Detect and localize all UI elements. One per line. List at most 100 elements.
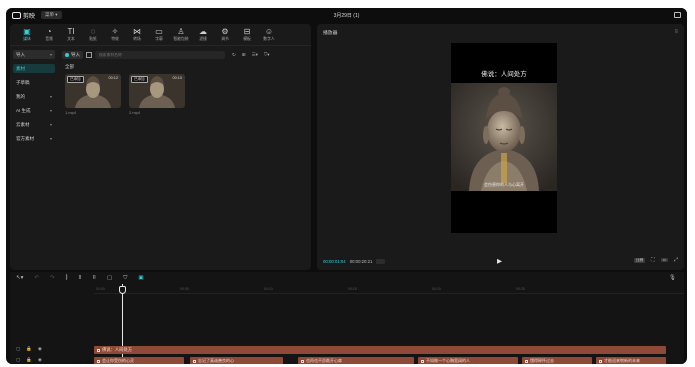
filter-icon: ☁ <box>199 27 207 36</box>
tool-adjust[interactable]: ⚙ 调节 <box>214 27 236 42</box>
sidebar-item[interactable]: 子草稿 <box>13 78 55 87</box>
microphone-icon[interactable]: 🎙 <box>669 275 676 281</box>
subtitle-clip[interactable]: 才能迎来崭新的未来 <box>596 357 666 364</box>
import-sidebar-button[interactable]: 导入 ▾ <box>13 50 55 59</box>
split-left-icon[interactable]: ⌷ <box>78 275 81 282</box>
subtitle-clip[interactable]: 也再也不愿敞开心扉 <box>298 357 414 364</box>
sidebar-item[interactable]: 云素材 ▾ <box>13 120 55 129</box>
added-badge: 已添加 <box>67 76 84 83</box>
ratio-button[interactable]: 比例 <box>634 257 646 263</box>
subtitle-clip[interactable]: 会让你受伤的心灵 <box>94 357 184 364</box>
split-icon[interactable]: ⫿ <box>66 275 68 282</box>
delete-icon[interactable]: ▢ <box>107 275 112 281</box>
tool-label: 媒体 <box>23 37 31 41</box>
ruler-tick: 00:15 <box>348 287 357 291</box>
clip-grid: 已添加 00:12 1.mp4 已添加 00:10 2.mp4 <box>65 74 309 115</box>
track-visibility-icon[interactable]: ▢ <box>16 357 20 363</box>
ruler-tick: 00:05 <box>180 287 189 291</box>
playhead-handle[interactable] <box>119 286 126 294</box>
ai-tool-icon[interactable]: ▣ <box>138 275 143 281</box>
search-input[interactable] <box>95 51 225 59</box>
timeline-toolbar: ↖▾ ↶ ↷ ⫿ ⌷ ⌷ ▢ ⛉ ▣ 🎙 <box>10 272 684 284</box>
all-label: 全部 <box>65 64 74 69</box>
digital-human-icon: ☺ <box>264 27 274 36</box>
window-title: 3月29日 (1) <box>333 12 360 19</box>
subtitle-clip[interactable]: 懂得释怀过去 <box>522 357 592 364</box>
text-clip-icon <box>97 348 100 352</box>
sidebar-item[interactable]: AI 生成 ▾ <box>13 106 55 115</box>
tool-text[interactable]: TI 文本 <box>60 27 82 42</box>
text-clip[interactable]: 佛说：人间处方 <box>94 346 666 354</box>
track-visibility-icon[interactable]: ▢ <box>16 346 20 352</box>
time-ruler[interactable]: 00:00 00:05 00:10 00:15 00:20 00:25 <box>94 286 684 294</box>
subtitle-clip[interactable]: 不如做一个心胸宽阔的人 <box>418 357 518 364</box>
sidebar-item[interactable]: 我的 ▾ <box>13 92 55 101</box>
split-right-icon[interactable]: ⌷ <box>93 275 96 282</box>
shield-icon[interactable]: ⛉ <box>123 275 127 282</box>
play-icon[interactable]: ▶ <box>497 257 502 265</box>
video-preview[interactable]: 佛说：人间处方 会伤害你的人与心离开 <box>451 43 557 233</box>
subtitle-clip-text: 会让你受伤的心灵 <box>102 358 134 363</box>
player-header: 播放器 ≡ <box>317 24 684 40</box>
total-time: 00:00:20:21 <box>349 258 373 264</box>
import-button[interactable]: 导入 <box>62 51 83 59</box>
menu-icon[interactable]: ≡ <box>674 29 678 35</box>
player-right-controls: 比例 ⛶ ▭ ⤢ <box>634 257 678 263</box>
clip-name: 2.mp4 <box>129 110 141 115</box>
subtitle-clip-text: 忘记了真诚善良的心 <box>198 358 234 363</box>
title-bar: 剪映 菜单 ▾ 3月29日 (1) <box>6 8 687 22</box>
tool-effects[interactable]: ✧ 特效 <box>104 27 126 42</box>
chevron-down-icon: ▾ <box>49 122 52 127</box>
clip-duration: 00:12 <box>108 76 118 80</box>
refresh-icon[interactable]: ↻ <box>232 52 236 58</box>
timecode-format-icon[interactable] <box>376 258 386 264</box>
text-track-controls: ▢ 🔒 ◉ <box>16 346 42 352</box>
tool-audio[interactable]: ◔ 音频 <box>38 27 60 42</box>
window-layout-icon[interactable] <box>674 12 681 18</box>
clip-name: 1.mp4 <box>65 110 77 115</box>
media-clip[interactable]: 已添加 00:12 1.mp4 <box>65 74 121 115</box>
caption-icon: ▭ <box>155 27 163 36</box>
tool-template[interactable]: ⊟ 模板 <box>236 27 258 42</box>
sidebar-item[interactable]: 官方素材 ▾ <box>13 134 55 143</box>
sidebar-item-label: 我的 <box>16 93 25 99</box>
grid-view-icon[interactable] <box>86 52 92 58</box>
filter-icon[interactable]: ⛉▾ <box>264 52 270 58</box>
media-clip[interactable]: 已添加 00:10 2.mp4 <box>129 74 185 115</box>
tool-label: 调节 <box>221 37 229 41</box>
lock-icon[interactable]: 🔒 <box>26 346 32 352</box>
tool-digital-human[interactable]: ☺ 数字人 <box>258 27 280 42</box>
tool-smart-package[interactable]: ♙ 智能包装 <box>170 27 192 42</box>
subtitle-clip[interactable]: 忘记了真诚善良的心 <box>190 357 283 364</box>
text-clip-icon <box>97 359 100 363</box>
tool-sticker[interactable]: ◌ 贴纸 <box>82 27 104 42</box>
tool-label: 字幕 <box>155 37 163 41</box>
sort-icon[interactable]: ☰▾ <box>252 52 258 58</box>
player-title: 播放器 <box>323 30 338 36</box>
text-clip-icon <box>421 359 424 363</box>
lock-icon[interactable]: 🔒 <box>26 357 32 363</box>
tool-label: 文本 <box>67 37 75 41</box>
tool-filter[interactable]: ☁ 滤镜 <box>192 27 214 42</box>
aspect-ratio-icon[interactable]: ▭ <box>660 258 668 262</box>
fullscreen-icon[interactable]: ⤢ <box>674 257 678 263</box>
ruler-tick: 00:20 <box>432 287 441 291</box>
ruler-tick: 00:10 <box>264 287 273 291</box>
undo-icon[interactable]: ↶ <box>34 275 39 281</box>
chevron-down-icon: ▾ <box>49 108 52 113</box>
redo-icon[interactable]: ↷ <box>50 275 55 281</box>
media-sidebar: 导入 ▾ 素材 子草稿 我的 ▾ AI 生成 ▾ 云素材 ▾ 官方素材 ▾ <box>10 47 58 270</box>
eye-icon[interactable]: ◉ <box>38 357 42 363</box>
tool-caption[interactable]: ▭ 字幕 <box>148 27 170 42</box>
layout-icon[interactable]: ⊞ <box>242 52 246 58</box>
text-clip-icon <box>525 359 528 363</box>
buddha-statue-image <box>451 83 557 191</box>
eye-icon[interactable]: ◉ <box>38 346 42 352</box>
crop-icon[interactable]: ⛶ <box>651 257 655 263</box>
tool-media[interactable]: ▣ 媒体 <box>16 27 38 42</box>
player-panel: 播放器 ≡ 佛说：人间处方 会伤害你的人与心离开 00:00:01:04 00:… <box>317 24 684 270</box>
adjust-icon: ⚙ <box>221 27 229 36</box>
select-tool-icon[interactable]: ↖▾ <box>16 275 23 281</box>
sidebar-item[interactable]: 素材 <box>13 64 55 73</box>
tool-transition[interactable]: ⋈ 转场 <box>126 27 148 42</box>
